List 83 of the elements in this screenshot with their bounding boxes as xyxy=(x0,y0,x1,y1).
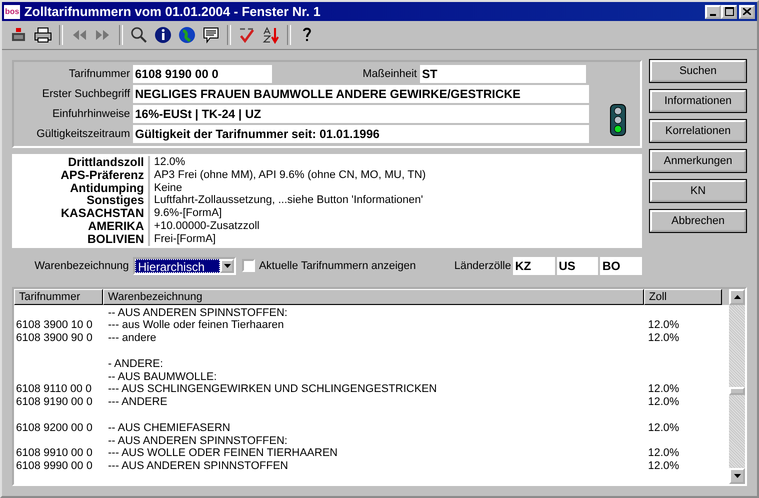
description-cell: -- AUS ANDEREN SPINNSTOFFEN: xyxy=(108,306,288,319)
duty-value: Keine xyxy=(153,182,182,194)
duty-label: BOLIVIEN xyxy=(12,232,150,246)
text-field[interactable]: NEGLIGES FRAUEN BAUMWOLLE ANDERE GEWIRKE/GESTRICKE xyxy=(133,85,589,103)
column-header[interactable]: Zoll xyxy=(644,288,722,305)
action-button[interactable]: Korrelationen xyxy=(650,120,746,142)
field-label: Erster Suchbegriff xyxy=(41,88,130,100)
action-button[interactable]: Anmerkungen xyxy=(650,150,746,172)
scroll-down-button[interactable] xyxy=(729,468,745,484)
window-title: Zolltarifnummern vom 01.01.2004 - Fenster Nr. 1 xyxy=(24,4,322,19)
scroll-up-button[interactable] xyxy=(729,288,745,305)
text-field[interactable]: 16%-EUSt | TK-24 | UZ xyxy=(133,105,589,123)
description-cell: -- AUS ANDEREN SPINNSTOFFEN: xyxy=(108,434,288,447)
duty-cell: 12.0% xyxy=(648,319,680,332)
column-header[interactable]: Warenbezeichnung xyxy=(103,288,644,305)
country-duties-label: Länderzölle xyxy=(453,260,512,272)
tariff-number-cell: 6108 9990 00 0 xyxy=(16,460,92,472)
duty-cell: 12.0% xyxy=(648,332,680,344)
duty-value: +10.00000-Zusatzzoll xyxy=(153,220,260,233)
description-cell: --- ANDERE xyxy=(108,396,168,408)
globe-icon[interactable] xyxy=(176,24,198,46)
close-icon xyxy=(743,8,751,15)
duty-label: Antidumping xyxy=(12,182,150,194)
field-label: Gültigkeitszeitraum xyxy=(35,128,130,140)
maximize-icon xyxy=(724,7,734,16)
country-code-field[interactable]: KZ xyxy=(513,256,555,275)
description-cell: --- aus Wolle oder feinen Tierhaaren xyxy=(108,319,284,332)
action-button[interactable]: Informationen xyxy=(650,90,746,112)
description-label: Warenbezeichnung xyxy=(34,260,129,272)
duty-cell: 12.0% xyxy=(648,447,680,460)
action-button[interactable]: KN xyxy=(650,180,746,202)
country-code-field[interactable]: BO xyxy=(600,256,642,275)
minimize-icon xyxy=(710,14,716,16)
description-cell: --- AUS WOLLE ODER FEINEN TIERHAAREN xyxy=(108,447,338,460)
duty-label: Drittlandszoll xyxy=(12,156,150,169)
unit-field[interactable]: ST xyxy=(420,65,586,83)
field-label: Tarifnummer xyxy=(68,68,130,80)
description-cell: -- AUS BAUMWOLLE: xyxy=(108,370,217,383)
description-cell: -- AUS CHEMIEFASERN xyxy=(108,422,230,434)
description-cell: - ANDERE: xyxy=(108,358,164,370)
column-header[interactable]: Tarifnummer xyxy=(14,288,103,305)
tariff-number-cell: 6108 9200 00 0 xyxy=(16,422,92,434)
action-button[interactable]: Suchen xyxy=(650,60,746,82)
description-cell: --- AUS ANDEREN SPINNSTOFFEN xyxy=(108,460,288,472)
vertical-scrollbar[interactable] xyxy=(729,304,745,484)
maximize-button[interactable] xyxy=(721,4,737,18)
tariff-number-cell: 6108 9910 00 0 xyxy=(16,447,92,460)
field-label: Maßeinheit xyxy=(362,68,417,80)
duty-cell: 12.0% xyxy=(648,383,680,396)
action-button[interactable]: Abbrechen xyxy=(650,210,746,232)
duty-label: Sonstiges xyxy=(12,194,150,208)
duty-value: 9.6%-[FormA] xyxy=(153,207,222,220)
caret-icon xyxy=(224,264,231,268)
tariff-number-cell: 6108 9190 00 0 xyxy=(16,396,92,408)
country-code-field[interactable]: US xyxy=(556,256,598,275)
up-arrow-icon xyxy=(734,294,740,299)
info-icon[interactable] xyxy=(152,24,174,46)
tariff-number-field[interactable]: 6108 9190 00 0 xyxy=(133,65,272,83)
description-cell: --- AUS SCHLINGENGEWIRKEN UND SCHLINGENGESTRICKEN xyxy=(108,383,437,396)
checkbox-label[interactable]: Aktuelle Tarifnummern anzeigen xyxy=(258,260,416,272)
duty-value: AP3 Frei (ohne MM), API 9.6% (ohne CN, MO, MU, TN) xyxy=(153,168,426,182)
checkbox[interactable] xyxy=(242,259,255,272)
duty-label: AMERIKA xyxy=(12,220,150,233)
duty-label: APS-Präferenz xyxy=(12,168,150,182)
down-arrow-icon xyxy=(734,474,740,478)
tariff-number-cell: 6108 3900 90 0 xyxy=(16,332,92,344)
duty-cell: 12.0% xyxy=(648,396,680,408)
duty-value: Luftfahrt-Zollaussetzung, ...siehe Button 'Informationen' xyxy=(153,194,423,208)
description-mode-dropdown[interactable]: Hierarchisch xyxy=(132,256,236,275)
text-field[interactable]: Gültigkeit der Tarifnummer seit: 01.01.1996 xyxy=(133,125,589,143)
duty-cell: 12.0% xyxy=(648,422,680,434)
duty-value: 12.0% xyxy=(153,156,186,169)
duty-cell: 12.0% xyxy=(648,460,680,472)
tariff-number-cell: 6108 9110 00 0 xyxy=(16,383,92,396)
close-button[interactable] xyxy=(739,4,755,18)
app-logo: bos xyxy=(4,4,20,18)
field-label: Einfuhrhinweise xyxy=(51,108,130,120)
scroll-thumb[interactable] xyxy=(729,386,745,395)
minimize-button[interactable] xyxy=(705,4,721,18)
duty-label: KASACHSTAN xyxy=(12,207,150,220)
tariff-number-cell: 6108 3900 10 0 xyxy=(16,319,92,332)
duty-value: Frei-[FormA] xyxy=(153,232,216,246)
description-cell: --- andere xyxy=(108,332,156,344)
